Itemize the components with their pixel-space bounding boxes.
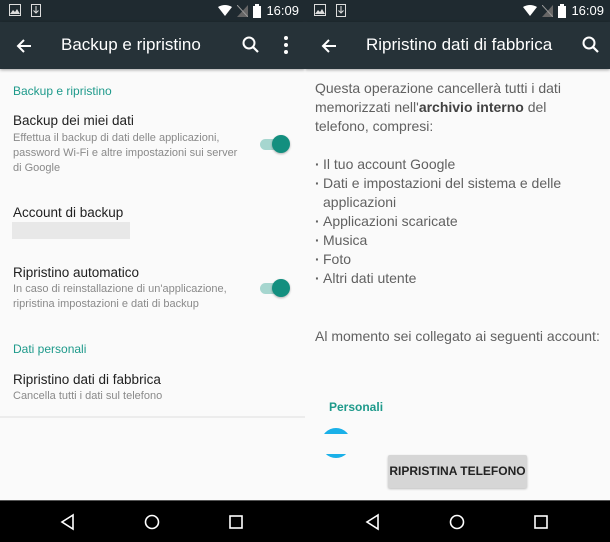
list-divider xyxy=(0,416,305,418)
battery-icon xyxy=(253,3,262,18)
back-arrow-icon[interactable] xyxy=(319,36,339,56)
pref-title: Ripristino dati di fabbrica xyxy=(13,372,161,387)
clock: 16:09 xyxy=(571,3,604,18)
battery-icon xyxy=(558,3,567,18)
back-triangle-icon[interactable] xyxy=(364,513,382,531)
list-item: Applicazioni scaricate xyxy=(315,212,605,231)
list-item: Altri dati utente xyxy=(315,269,605,288)
list-item: Musica xyxy=(315,231,605,250)
switch-thumb xyxy=(272,279,290,297)
backup-settings-screen: 16:09 Backup e ripristino Backup e ripri… xyxy=(0,0,305,500)
warning-text: Questa operazione cancellerà tutti i dat… xyxy=(315,79,600,136)
list-item: Il tuo account Google xyxy=(315,155,605,174)
redacted-account-bar xyxy=(12,222,130,239)
accounts-category-personal: Personali xyxy=(329,400,384,414)
clock: 16:09 xyxy=(266,3,299,18)
internal-storage-bold: archivio interno xyxy=(418,99,524,115)
data-to-erase-list: Il tuo account Google Dati e impostazion… xyxy=(315,155,605,288)
search-icon[interactable] xyxy=(241,35,261,55)
navigation-bar xyxy=(0,500,610,542)
back-arrow-icon[interactable] xyxy=(14,36,34,56)
wifi-icon xyxy=(523,5,538,16)
app-toolbar: Ripristino dati di fabbrica xyxy=(305,22,610,69)
home-circle-icon[interactable] xyxy=(448,513,466,531)
no-sim-icon xyxy=(237,4,249,17)
pref-summary: Effettua il backup di dati delle applica… xyxy=(13,132,238,174)
back-triangle-icon[interactable] xyxy=(59,513,77,531)
reset-phone-button[interactable]: RIPRISTINA TELEFONO xyxy=(388,455,527,488)
pref-title: Account di backup xyxy=(13,205,124,220)
switch-thumb xyxy=(272,135,290,153)
factory-reset-content: Questa operazione cancellerà tutti i dat… xyxy=(305,69,610,500)
wifi-icon xyxy=(218,5,233,16)
pref-summary: Cancella tutti i dati sul telefono xyxy=(13,390,163,402)
page-title: Ripristino dati di fabbrica xyxy=(366,35,553,54)
image-notification-icon xyxy=(9,4,21,16)
search-icon[interactable] xyxy=(581,35,601,55)
status-bar: 16:09 xyxy=(0,0,305,22)
more-vert-icon[interactable] xyxy=(282,35,290,55)
settings-list: Backup e ripristino Backup dei miei dati… xyxy=(0,69,305,500)
pref-title: Backup dei miei dati xyxy=(13,113,134,128)
pref-summary: In caso di reinstallazione di un'applica… xyxy=(13,283,227,310)
page-title: Backup e ripristino xyxy=(61,35,201,54)
recents-square-icon[interactable] xyxy=(532,513,550,531)
list-item: Dati e impostazioni del sistema e delle … xyxy=(315,174,605,212)
auto-restore-switch[interactable] xyxy=(258,278,290,298)
factory-reset-screen: 16:09 Ripristino dati di fabbrica Questa… xyxy=(305,0,610,500)
download-notification-icon xyxy=(336,4,346,17)
list-item: Foto xyxy=(315,250,605,269)
home-circle-icon[interactable] xyxy=(143,513,161,531)
status-bar: 16:09 xyxy=(305,0,610,22)
category-backup: Backup e ripristino xyxy=(13,84,112,98)
download-notification-icon xyxy=(31,4,41,17)
no-sim-icon xyxy=(542,4,554,17)
app-toolbar: Backup e ripristino xyxy=(0,22,305,69)
pref-title: Ripristino automatico xyxy=(13,265,140,280)
account-list-mask xyxy=(305,434,610,454)
recents-square-icon[interactable] xyxy=(227,513,245,531)
accounts-text: Al momento sei collegato ai seguenti acc… xyxy=(315,328,600,344)
backup-data-switch[interactable] xyxy=(258,134,290,154)
image-notification-icon xyxy=(314,4,326,16)
category-personal-data: Dati personali xyxy=(13,342,87,356)
